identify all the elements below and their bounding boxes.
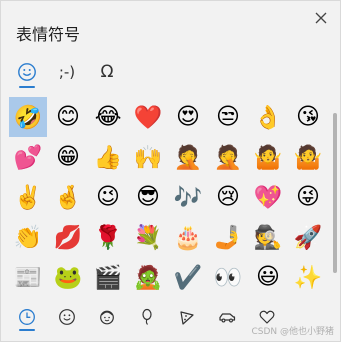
people-category-icon xyxy=(100,310,114,325)
emoji-cell[interactable]: 😂 xyxy=(89,97,127,137)
emoji-cell[interactable]: 🚀 xyxy=(289,217,327,257)
category-travel[interactable] xyxy=(207,297,247,337)
category-smileys[interactable] xyxy=(47,297,87,337)
kaomoji-tab-label: ;-) xyxy=(58,63,76,81)
emoji-cell[interactable]: 👌 xyxy=(249,97,287,137)
travel-car-icon xyxy=(219,313,236,323)
emoji-cell[interactable]: 🤞 xyxy=(49,177,87,217)
close-icon xyxy=(315,12,327,24)
tab-emoji[interactable] xyxy=(7,53,47,91)
emoji-cell[interactable]: ✨ xyxy=(289,257,327,297)
emoji-cell[interactable]: 🙌 xyxy=(129,137,167,177)
emoji-cell[interactable]: 💕 xyxy=(9,137,47,177)
emoji-panel: 表情符号 ;-) Ω 🤣 😊 😂 ❤️ 😍 😒 👌 😘 � xyxy=(0,0,341,342)
emoji-cell[interactable]: 😉 xyxy=(89,177,127,217)
emoji-cell[interactable]: 👏 xyxy=(9,217,47,257)
food-pizza-icon xyxy=(180,311,194,325)
category-food[interactable] xyxy=(167,297,207,337)
emoji-cell[interactable]: 😜 xyxy=(289,177,327,217)
emoji-cell[interactable]: 💋 xyxy=(49,217,87,257)
mode-tabs: ;-) Ω xyxy=(7,53,127,91)
tab-kaomoji[interactable]: ;-) xyxy=(47,53,87,91)
emoji-cell[interactable]: 🤷 xyxy=(289,137,327,177)
scrollbar[interactable] xyxy=(333,113,337,273)
emoji-cell[interactable]: 🤳 xyxy=(209,217,247,257)
emoji-cell[interactable]: 😃 xyxy=(249,257,287,297)
emoji-cell[interactable]: 🤦 xyxy=(169,137,207,177)
emoji-cell[interactable]: 😊 xyxy=(49,97,87,137)
recent-clock-icon xyxy=(19,309,35,325)
emoji-cell[interactable]: 🤦 xyxy=(209,137,247,177)
emoji-tab-icon xyxy=(18,63,36,81)
emoji-cell[interactable]: 🎂 xyxy=(169,217,207,257)
emoji-cell[interactable]: 🕵 xyxy=(249,217,287,257)
celebration-balloon-icon xyxy=(142,308,152,325)
emoji-cell[interactable]: 😎 xyxy=(129,177,167,217)
watermark: CSDN @他也小野猪 xyxy=(251,327,334,337)
close-button[interactable] xyxy=(310,7,332,29)
symbols-tab-label: Ω xyxy=(100,62,114,82)
emoji-cell[interactable]: ✔️ xyxy=(169,257,207,297)
emoji-cell[interactable]: 👀 xyxy=(209,257,247,297)
emoji-cell[interactable]: 💐 xyxy=(129,217,167,257)
emoji-cell[interactable]: 🌹 xyxy=(89,217,127,257)
emoji-cell[interactable]: 🧟 xyxy=(129,257,167,297)
emoji-cell[interactable]: 😁 xyxy=(49,137,87,177)
emoji-cell[interactable]: 👍 xyxy=(89,137,127,177)
category-celebrations[interactable] xyxy=(127,297,167,337)
emoji-cell[interactable]: 📰 xyxy=(9,257,47,297)
panel-title: 表情符号 xyxy=(16,25,81,44)
emoji-cell[interactable]: ✌️ xyxy=(9,177,47,217)
smiley-category-icon xyxy=(59,309,75,325)
emoji-cell[interactable]: 💖 xyxy=(249,177,287,217)
emoji-cell[interactable]: 😒 xyxy=(209,97,247,137)
emoji-cell[interactable]: 🤣 xyxy=(9,97,47,137)
category-people[interactable] xyxy=(87,297,127,337)
tab-symbols[interactable]: Ω xyxy=(87,53,127,91)
category-recent[interactable] xyxy=(7,297,47,337)
emoji-cell[interactable]: 🎬 xyxy=(89,257,127,297)
emoji-cell[interactable]: 🤷 xyxy=(249,137,287,177)
emoji-cell[interactable]: 😘 xyxy=(289,97,327,137)
emoji-cell[interactable]: 😢 xyxy=(209,177,247,217)
emoji-cell[interactable]: 🐸 xyxy=(49,257,87,297)
emoji-cell[interactable]: 🎶 xyxy=(169,177,207,217)
emoji-cell[interactable]: 😍 xyxy=(169,97,207,137)
emoji-cell[interactable]: ❤️ xyxy=(129,97,167,137)
emoji-grid: 🤣 😊 😂 ❤️ 😍 😒 👌 😘 💕 😁 👍 🙌 🤦 🤦 🤷 🤷 ✌️ 🤞 😉 … xyxy=(9,97,327,297)
